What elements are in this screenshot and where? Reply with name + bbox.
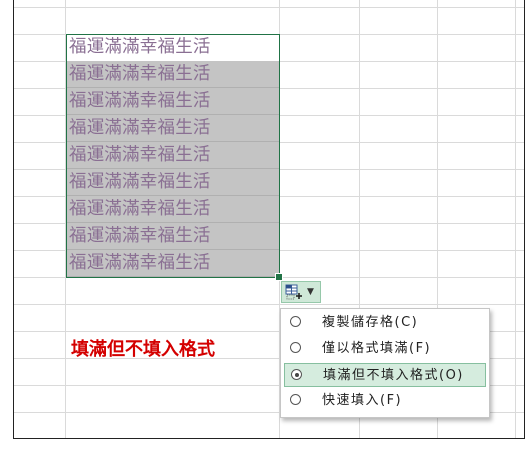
radio-icon (290, 342, 301, 353)
menu-item-label: 填滿但不填入格式(O) (323, 368, 464, 383)
spreadsheet-grid: 福運滿滿幸福生活 福運滿滿幸福生活 福運滿滿幸福生活 福運滿滿幸福生活 福運滿滿… (13, 0, 525, 439)
grid-line (14, 7, 524, 8)
grid-line (14, 304, 524, 305)
cell[interactable]: 福運滿滿幸福生活 (66, 169, 279, 196)
menu-item-label: 僅以格式填滿(F) (322, 341, 432, 356)
cell[interactable]: 福運滿滿幸福生活 (66, 142, 279, 169)
fill-handle[interactable] (275, 273, 283, 281)
radio-icon (290, 316, 301, 327)
cell[interactable]: 福運滿滿幸福生活 (66, 61, 279, 88)
menu-item-fill-formatting-only[interactable]: 僅以格式填滿(F) (284, 337, 486, 361)
cell[interactable]: 福運滿滿幸福生活 (66, 115, 279, 142)
grid-line (14, 277, 524, 278)
menu-item-label: 複製儲存格(C) (322, 315, 419, 330)
cell[interactable]: 福運滿滿幸福生活 (66, 34, 279, 60)
menu-item-fill-without-formatting[interactable]: 填滿但不填入格式(O) (284, 363, 486, 387)
menu-item-label: 快速填入(F) (322, 393, 403, 408)
cell[interactable]: 福運滿滿幸福生活 (66, 88, 279, 115)
radio-checked-icon (291, 369, 302, 380)
radio-icon (290, 394, 301, 405)
annotation-label: 填滿但不填入格式 (71, 339, 215, 360)
auto-fill-options-icon (285, 284, 302, 300)
cell[interactable]: 福運滿滿幸福生活 (66, 196, 279, 223)
menu-item-copy-cells[interactable]: 複製儲存格(C) (284, 311, 486, 335)
selected-range[interactable]: 福運滿滿幸福生活 福運滿滿幸福生活 福運滿滿幸福生活 福運滿滿幸福生活 福運滿滿… (66, 34, 280, 277)
cell[interactable]: 福運滿滿幸福生活 (66, 223, 279, 250)
auto-fill-options-menu: 複製儲存格(C) 僅以格式填滿(F) 填滿但不填入格式(O) 快速填入(F) (280, 308, 490, 418)
grid-line (515, 0, 516, 438)
auto-fill-options-button[interactable]: ▼ (281, 281, 321, 303)
menu-item-flash-fill[interactable]: 快速填入(F) (284, 389, 486, 413)
chevron-down-icon: ▼ (307, 287, 314, 297)
cell[interactable]: 福運滿滿幸福生活 (66, 250, 279, 277)
